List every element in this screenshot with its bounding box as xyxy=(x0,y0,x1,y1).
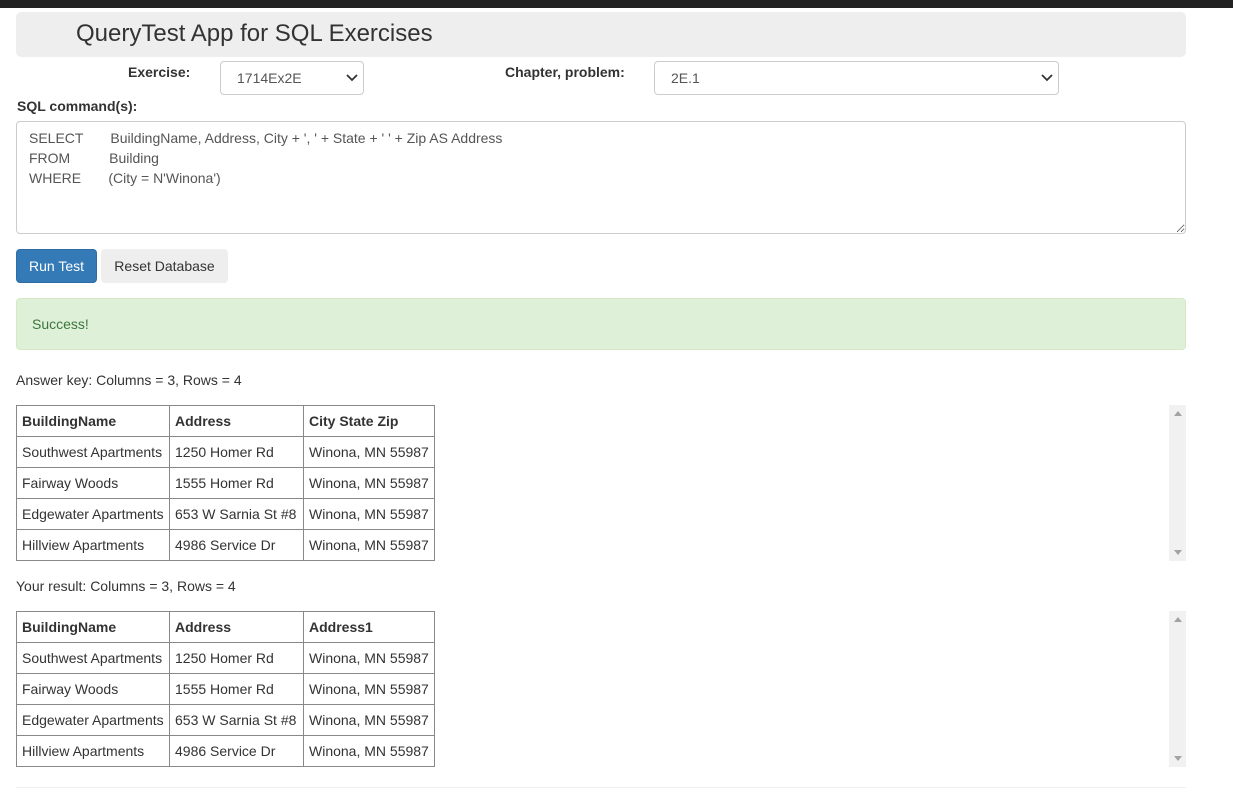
table-cell: Winona, MN 55987 xyxy=(303,642,435,674)
run-test-button[interactable]: Run Test xyxy=(16,249,97,283)
table-cell: 1555 Homer Rd xyxy=(169,467,304,499)
your-result-scrollbar[interactable] xyxy=(1169,611,1186,767)
table-row: Fairway Woods 1555 Homer Rd Winona, MN 5… xyxy=(16,673,435,705)
table-cell: Winona, MN 55987 xyxy=(303,735,435,767)
chevron-down-icon xyxy=(341,67,363,89)
table-row: Edgewater Apartments 653 W Sarnia St #8 … xyxy=(16,704,435,736)
chapter-problem-label: Chapter, problem: xyxy=(505,64,625,80)
answer-key-scroll-area[interactable]: BuildingName Address City State Zip Sout… xyxy=(16,405,1186,561)
table-cell: Southwest Apartments xyxy=(16,436,170,468)
column-header: BuildingName xyxy=(16,405,170,437)
triangle-down-icon[interactable] xyxy=(1169,544,1186,561)
table-cell: Fairway Woods xyxy=(16,467,170,499)
answer-key-table: BuildingName Address City State Zip Sout… xyxy=(16,405,435,561)
table-cell: Winona, MN 55987 xyxy=(303,529,435,561)
browser-top-bar xyxy=(0,0,1233,8)
sql-commands-label: SQL command(s): xyxy=(17,98,138,114)
column-header: City State Zip xyxy=(303,405,435,437)
success-message: Success! xyxy=(32,316,89,332)
chevron-down-icon xyxy=(1036,67,1058,89)
table-row: Edgewater Apartments 653 W Sarnia St #8 … xyxy=(16,498,435,530)
table-cell: Winona, MN 55987 xyxy=(303,704,435,736)
column-header: BuildingName xyxy=(16,611,170,643)
table-cell: 1555 Homer Rd xyxy=(169,673,304,705)
table-cell: 653 W Sarnia St #8 xyxy=(169,498,304,530)
exercise-select[interactable]: 1714Ex2E xyxy=(220,61,364,95)
success-alert: Success! xyxy=(16,298,1186,350)
table-header-row: BuildingName Address City State Zip xyxy=(16,405,435,437)
table-cell: Winona, MN 55987 xyxy=(303,498,435,530)
app-title: QueryTest App for SQL Exercises xyxy=(76,20,433,47)
table-cell: 1250 Homer Rd xyxy=(169,436,304,468)
table-cell: 4986 Service Dr xyxy=(169,529,304,561)
chapter-problem-select[interactable]: 2E.1 xyxy=(654,61,1059,95)
column-header: Address xyxy=(169,405,304,437)
your-result-scroll-area[interactable]: BuildingName Address Address1 Southwest … xyxy=(16,611,1186,767)
triangle-up-icon[interactable] xyxy=(1169,405,1186,422)
column-header: Address1 xyxy=(303,611,435,643)
table-cell: Fairway Woods xyxy=(16,673,170,705)
table-cell: Edgewater Apartments xyxy=(16,704,170,736)
your-result-caption: Your result: Columns = 3, Rows = 4 xyxy=(16,578,236,594)
table-cell: 1250 Homer Rd xyxy=(169,642,304,674)
your-result-table: BuildingName Address Address1 Southwest … xyxy=(16,611,435,767)
table-row: Hillview Apartments 4986 Service Dr Wino… xyxy=(16,529,435,561)
table-cell: Hillview Apartments xyxy=(16,735,170,767)
table-row: Southwest Apartments 1250 Homer Rd Winon… xyxy=(16,642,435,674)
table-cell: Southwest Apartments xyxy=(16,642,170,674)
reset-database-button[interactable]: Reset Database xyxy=(101,249,228,283)
table-cell: Edgewater Apartments xyxy=(16,498,170,530)
exercise-label: Exercise: xyxy=(128,64,191,80)
table-cell: 4986 Service Dr xyxy=(169,735,304,767)
column-header: Address xyxy=(169,611,304,643)
answer-key-caption: Answer key: Columns = 3, Rows = 4 xyxy=(16,372,242,388)
chapter-problem-select-value: 2E.1 xyxy=(671,70,700,86)
table-cell: 653 W Sarnia St #8 xyxy=(169,704,304,736)
table-row: Southwest Apartments 1250 Homer Rd Winon… xyxy=(16,436,435,468)
table-cell: Winona, MN 55987 xyxy=(303,673,435,705)
triangle-down-icon[interactable] xyxy=(1169,750,1186,767)
divider xyxy=(16,787,1186,788)
app-header: QueryTest App for SQL Exercises xyxy=(16,12,1186,57)
answer-key-scrollbar[interactable] xyxy=(1169,405,1186,561)
table-cell: Hillview Apartments xyxy=(16,529,170,561)
table-cell: Winona, MN 55987 xyxy=(303,467,435,499)
table-cell: Winona, MN 55987 xyxy=(303,436,435,468)
triangle-up-icon[interactable] xyxy=(1169,611,1186,628)
table-row: Hillview Apartments 4986 Service Dr Wino… xyxy=(16,735,435,767)
table-row: Fairway Woods 1555 Homer Rd Winona, MN 5… xyxy=(16,467,435,499)
sql-command-textarea[interactable]: SELECT BuildingName, Address, City + ', … xyxy=(16,121,1186,234)
table-header-row: BuildingName Address Address1 xyxy=(16,611,435,643)
exercise-select-value: 1714Ex2E xyxy=(237,70,302,86)
